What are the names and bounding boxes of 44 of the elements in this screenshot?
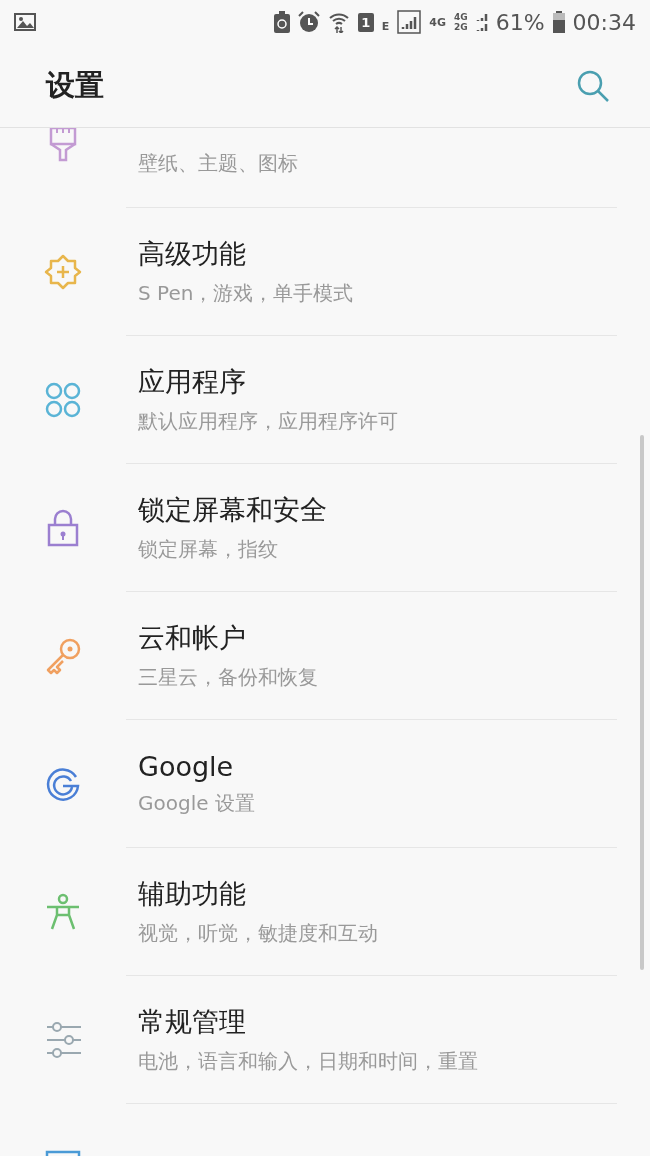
settings-item[interactable]: 高级功能 S Pen，游戏，单手模式: [0, 208, 650, 335]
key-icon: [44, 636, 82, 675]
settings-item[interactable]: 云和帐户 三星云，备份和恢复: [0, 592, 650, 719]
item-title: 常规管理: [138, 1005, 247, 1039]
item-title: Google: [138, 750, 235, 782]
item-subtitle: 默认应用程序，应用程序许可: [138, 408, 399, 435]
sliders-icon: [44, 1020, 82, 1059]
item-title: 锁定屏幕和安全: [138, 493, 328, 527]
item-subtitle: 电池，语言和输入，日期和时间，重置: [138, 1048, 479, 1075]
network-type: 2G: [454, 22, 468, 32]
item-subtitle: S Pen，游戏，单手模式: [138, 280, 355, 307]
settings-item[interactable]: 应用程序 默认应用程序，应用程序许可: [0, 336, 650, 463]
gear-plus-icon: [44, 252, 82, 291]
signal-icon: [397, 10, 422, 34]
settings-item[interactable]: 锁定屏幕和安全 锁定屏幕，指纹: [0, 464, 650, 591]
alarm-icon: [297, 11, 320, 33]
settings-item[interactable]: 常规管理 电池，语言和输入，日期和时间，重置: [0, 976, 650, 1103]
item-subtitle: 壁纸、主题、图标: [138, 150, 299, 177]
item-title: 高级功能: [138, 237, 247, 271]
item-title: 应用程序: [138, 365, 247, 399]
item-subtitle: 锁定屏幕，指纹: [138, 536, 279, 563]
network-type: 4G: [454, 12, 468, 22]
battery-recycle-icon: [273, 11, 290, 33]
battery-icon: [552, 11, 565, 33]
item-subtitle: Google 设置: [138, 789, 256, 817]
item-subtitle: 三星云，备份和恢复: [138, 664, 319, 691]
battery-percent: 61%: [495, 9, 545, 35]
page-title: 设置: [46, 66, 104, 104]
person-icon: [44, 892, 82, 931]
scrollbar[interactable]: [640, 435, 644, 970]
settings-item[interactable]: Google Google 设置: [0, 720, 650, 847]
item-subtitle: 视觉，听觉，敏捷度和互动: [138, 920, 379, 947]
item-title: 云和帐户: [138, 621, 247, 655]
settings-item[interactable]: 辅助功能 视觉，听觉，敏捷度和互动: [0, 848, 650, 975]
signal-icon: [475, 12, 488, 32]
network-type: E: [381, 19, 390, 33]
gallery-icon: [14, 13, 36, 31]
clock: 00:34: [572, 9, 636, 35]
wifi-icon: [327, 11, 350, 33]
item-title: 辅助功能: [138, 877, 247, 911]
search-icon[interactable]: [576, 68, 610, 103]
sim-slot-badge: 1: [357, 12, 374, 32]
apps-icon: [44, 380, 82, 419]
network-type: 4G: [429, 15, 447, 29]
